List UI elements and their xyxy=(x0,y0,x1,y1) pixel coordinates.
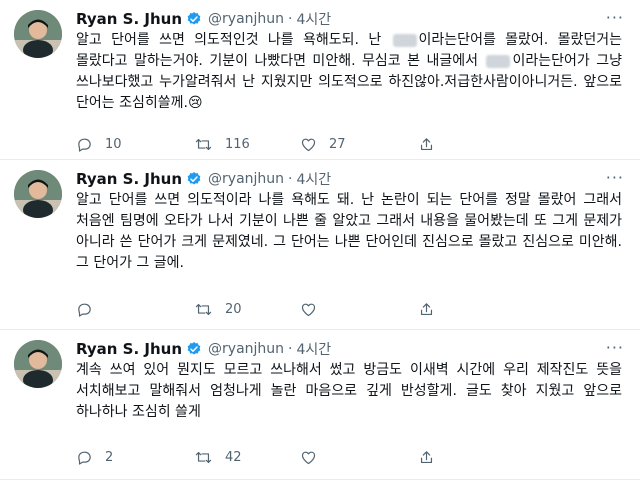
share-icon xyxy=(420,450,433,463)
tweet-text-part: 알고 단어를 쓰면 의도적인것 나를 욕해도되. 난 xyxy=(76,32,391,48)
user-handle[interactable]: @ryanjhun xyxy=(208,341,284,357)
retweet-icon xyxy=(195,303,212,315)
avatar[interactable] xyxy=(14,10,62,58)
share-button[interactable] xyxy=(418,301,435,318)
reply-icon xyxy=(78,138,91,152)
heart-icon xyxy=(301,451,316,464)
retweet-count: 42 xyxy=(225,449,242,465)
verified-badge-icon xyxy=(186,11,202,27)
display-name[interactable]: Ryan S. Jhun xyxy=(76,170,182,188)
timestamp[interactable]: 4시간 xyxy=(297,169,332,189)
share-icon xyxy=(420,137,433,150)
display-name[interactable]: Ryan S. Jhun xyxy=(76,10,182,28)
reply-count: 2 xyxy=(105,449,114,465)
retweet-icon xyxy=(195,138,212,150)
tweet-text: 계속 쓰여 있어 뭔지도 모르고 쓰나해서 썼고 방금도 이새벽 시간에 우리 … xyxy=(76,362,622,420)
retweet-button[interactable]: 116 xyxy=(194,136,300,153)
share-button[interactable] xyxy=(418,136,435,153)
reply-icon xyxy=(78,451,91,465)
display-name[interactable]: Ryan S. Jhun xyxy=(76,340,182,358)
reply-button[interactable] xyxy=(76,301,194,318)
retweet-count: 116 xyxy=(225,136,250,152)
tweet[interactable]: Ryan S. Jhun @ryanjhun · 4시간 ··· 알고 단어를 … xyxy=(0,0,640,160)
retweet-button[interactable]: 20 xyxy=(194,301,300,318)
avatar[interactable] xyxy=(14,170,62,218)
share-button[interactable] xyxy=(418,449,435,466)
verified-badge-icon xyxy=(186,341,202,357)
timestamp[interactable]: 4시간 xyxy=(297,9,332,29)
tweet-actions: 20 xyxy=(76,297,622,321)
timestamp[interactable]: 4시간 xyxy=(297,339,332,359)
retweet-count: 20 xyxy=(225,301,242,317)
reply-button[interactable]: 10 xyxy=(76,136,194,153)
more-options-icon[interactable]: ··· xyxy=(606,168,624,187)
tweet-text: 알고 단어를 쓰면 의도적이라 나를 욕해도 돼. 난 논란이 되는 단어를 정… xyxy=(76,192,622,271)
like-button[interactable]: 27 xyxy=(300,136,418,153)
retweet-icon xyxy=(195,451,212,463)
heart-icon xyxy=(301,138,316,151)
avatar[interactable] xyxy=(14,340,62,388)
crying-emoji: 😢 xyxy=(187,95,203,111)
separator-dot: · xyxy=(288,171,293,187)
user-handle[interactable]: @ryanjhun xyxy=(208,11,284,27)
tweet-text: 알고 단어를 쓰면 의도적인것 나를 욕해도되. 난 이라는단어를 몰랐어. 몰… xyxy=(76,30,622,114)
reply-count: 10 xyxy=(105,136,122,152)
like-button[interactable] xyxy=(300,449,418,466)
tweet-actions: 10 116 27 xyxy=(76,132,622,156)
separator-dot: · xyxy=(288,11,293,27)
more-options-icon[interactable]: ··· xyxy=(606,338,624,357)
separator-dot: · xyxy=(288,341,293,357)
tweet[interactable]: Ryan S. Jhun @ryanjhun · 4시간 ··· 알고 단어를 … xyxy=(0,160,640,330)
reply-icon xyxy=(78,303,91,317)
more-options-icon[interactable]: ··· xyxy=(606,8,624,27)
heart-icon xyxy=(301,303,316,316)
tweet-actions: 2 42 xyxy=(76,445,622,469)
share-icon xyxy=(420,302,433,315)
blurred-word xyxy=(486,54,511,68)
like-count: 27 xyxy=(329,136,346,152)
retweet-button[interactable]: 42 xyxy=(194,449,300,466)
reply-button[interactable]: 2 xyxy=(76,449,194,466)
tweet[interactable]: Ryan S. Jhun @ryanjhun · 4시간 ··· 계속 쓰여 있… xyxy=(0,330,640,480)
like-button[interactable] xyxy=(300,301,418,318)
verified-badge-icon xyxy=(186,171,202,187)
user-handle[interactable]: @ryanjhun xyxy=(208,171,284,187)
blurred-word xyxy=(392,33,417,47)
